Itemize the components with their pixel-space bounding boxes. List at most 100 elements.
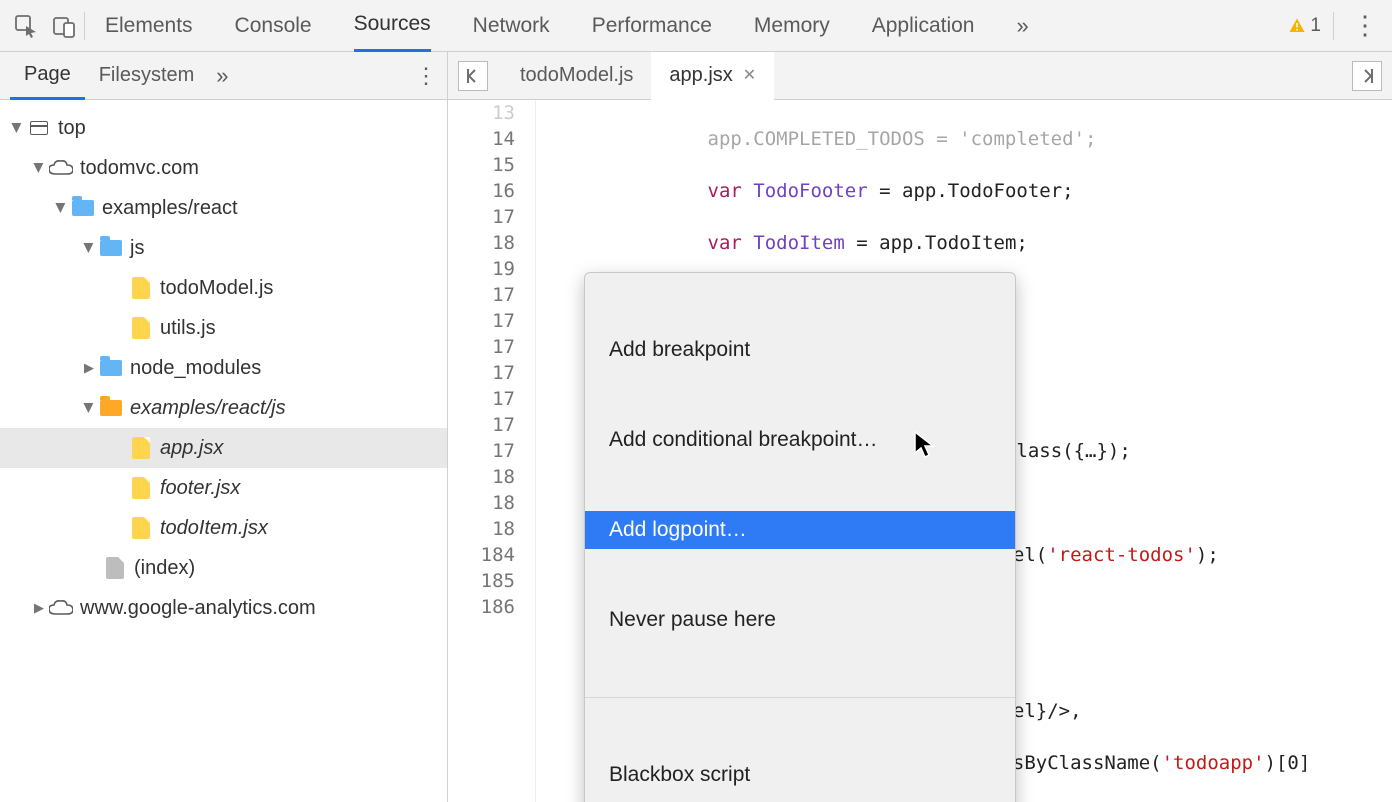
line-number[interactable]: 17	[448, 412, 515, 438]
line-number[interactable]: 19	[448, 256, 515, 282]
device-toggle-icon[interactable]	[46, 8, 82, 44]
code-token: );	[1196, 544, 1219, 566]
folder-icon	[98, 360, 124, 376]
code-token: = app.TodoItem;	[845, 232, 1028, 254]
code-token: TodoFooter	[753, 180, 867, 202]
line-number[interactable]: 17	[448, 334, 515, 360]
editor-tab-app[interactable]: app.jsx ✕	[651, 52, 774, 100]
tree-file-footer[interactable]: footer.jsx	[0, 468, 447, 508]
ctx-add-conditional[interactable]: Add conditional breakpoint…	[585, 421, 1015, 459]
line-number[interactable]: 17	[448, 204, 515, 230]
chevron-right-icon: ▶	[81, 399, 97, 417]
tab-performance[interactable]: Performance	[592, 0, 712, 52]
line-number[interactable]: 13	[448, 100, 515, 126]
folder-icon	[98, 400, 124, 416]
tree-label: footer.jsx	[160, 477, 240, 500]
navigator-sidebar: Page Filesystem » ⋮ ▶ top ▶ todomvc.com …	[0, 52, 448, 802]
line-number[interactable]: 184	[448, 542, 515, 568]
tab-application[interactable]: Application	[872, 0, 975, 52]
line-number[interactable]: 17	[448, 360, 515, 386]
ctx-label: Add conditional breakpoint…	[609, 427, 878, 453]
code-token: 'todoapp'	[1162, 752, 1265, 774]
tree-file-index[interactable]: (index)	[0, 548, 447, 588]
editor-panel: todoModel.js app.jsx ✕ 13 14 15 16 17 18…	[448, 52, 1392, 802]
tree-label: (index)	[134, 557, 195, 580]
show-debugger-icon[interactable]	[1352, 61, 1382, 91]
tab-elements[interactable]: Elements	[105, 0, 193, 52]
devtools-toolbar: Elements Console Sources Network Perform…	[0, 0, 1392, 52]
code-token: var	[708, 232, 742, 254]
tree-file-todomodel[interactable]: todoModel.js	[0, 268, 447, 308]
gutter-context-menu: Add breakpoint Add conditional breakpoin…	[584, 272, 1016, 802]
code-token: app.COMPLETED_TODOS = 'completed';	[708, 128, 1097, 150]
navigator-tab-page[interactable]: Page	[10, 52, 85, 100]
ctx-never-pause[interactable]: Never pause here	[585, 601, 1015, 639]
tree-label: js	[130, 237, 144, 260]
code-token: TodoItem	[753, 232, 845, 254]
tree-label: app.jsx	[160, 437, 223, 460]
tree-label: examples/react	[102, 197, 238, 220]
line-number[interactable]: 15	[448, 152, 515, 178]
line-gutter[interactable]: 13 14 15 16 17 18 19 17 17 17 17 17 17 1…	[448, 100, 536, 802]
line-number[interactable]: 18	[448, 490, 515, 516]
ctx-blackbox[interactable]: Blackbox script	[585, 756, 1015, 794]
navigator-menu-icon[interactable]: ⋮	[415, 63, 437, 89]
ctx-add-breakpoint[interactable]: Add breakpoint	[585, 331, 1015, 369]
file-icon	[128, 317, 154, 339]
chevron-right-icon: ▶	[80, 360, 98, 376]
editor-tab-todomodel[interactable]: todoModel.js	[502, 52, 651, 100]
file-icon	[128, 517, 154, 539]
toolbar-right: 1 ⋮	[1288, 10, 1384, 41]
tree-file-app[interactable]: app.jsx	[0, 428, 447, 468]
kebab-menu-icon[interactable]: ⋮	[1346, 10, 1384, 41]
navigator-tabs-overflow[interactable]: »	[216, 63, 228, 89]
chevron-right-icon: ▶	[30, 600, 48, 616]
line-number[interactable]: 18	[448, 230, 515, 256]
tabs-overflow[interactable]: »	[1016, 0, 1028, 52]
line-number[interactable]: 186	[448, 594, 515, 620]
tab-console[interactable]: Console	[235, 0, 312, 52]
navigator-tab-filesystem[interactable]: Filesystem	[85, 52, 209, 100]
code-content[interactable]: app.COMPLETED_TODOS = 'completed'; var T…	[536, 100, 1392, 802]
line-number[interactable]: 17	[448, 308, 515, 334]
folder-icon	[98, 240, 124, 256]
tree-domain[interactable]: ▶ todomvc.com	[0, 148, 447, 188]
line-number[interactable]: 185	[448, 568, 515, 594]
inspect-icon[interactable]	[8, 8, 44, 44]
line-number[interactable]: 17	[448, 386, 515, 412]
line-number[interactable]: 18	[448, 464, 515, 490]
code-token: 'react-todos'	[1047, 544, 1196, 566]
line-number[interactable]: 17	[448, 282, 515, 308]
tree-folder-examples[interactable]: ▶ examples/react	[0, 188, 447, 228]
chevron-right-icon: ▶	[53, 199, 69, 217]
tab-network[interactable]: Network	[473, 0, 550, 52]
line-number[interactable]: 17	[448, 438, 515, 464]
tree-file-todoitem[interactable]: todoItem.jsx	[0, 508, 447, 548]
tab-memory[interactable]: Memory	[754, 0, 830, 52]
tree-folder-node-modules[interactable]: ▶ node_modules	[0, 348, 447, 388]
ctx-label: Never pause here	[609, 607, 776, 633]
line-number[interactable]: 14	[448, 126, 515, 152]
ctx-add-logpoint[interactable]: Add logpoint…	[585, 511, 1015, 549]
code-token: var	[708, 180, 742, 202]
code-editor[interactable]: 13 14 15 16 17 18 19 17 17 17 17 17 17 1…	[448, 100, 1392, 802]
tree-label: utils.js	[160, 317, 216, 340]
line-number[interactable]: 16	[448, 178, 515, 204]
tree-label: todomvc.com	[80, 157, 199, 180]
line-number[interactable]: 18	[448, 516, 515, 542]
nav-back-icon[interactable]	[458, 61, 488, 91]
chevron-right-icon: ▶	[9, 119, 25, 137]
tree-folder-js[interactable]: ▶ js	[0, 228, 447, 268]
cloud-icon	[48, 600, 74, 616]
cloud-icon	[48, 160, 74, 176]
tree-domain-ga[interactable]: ▶ www.google-analytics.com	[0, 588, 447, 628]
code-token: )[0]	[1265, 752, 1311, 774]
main-area: Page Filesystem » ⋮ ▶ top ▶ todomvc.com …	[0, 52, 1392, 802]
tree-top[interactable]: ▶ top	[0, 108, 447, 148]
file-tree: ▶ top ▶ todomvc.com ▶ examples/react ▶ j…	[0, 100, 447, 636]
warning-badge[interactable]: 1	[1288, 15, 1321, 37]
tree-folder-sourcemapped[interactable]: ▶ examples/react/js	[0, 388, 447, 428]
close-icon[interactable]: ✕	[743, 65, 756, 85]
tree-file-utils[interactable]: utils.js	[0, 308, 447, 348]
tab-sources[interactable]: Sources	[354, 0, 431, 52]
